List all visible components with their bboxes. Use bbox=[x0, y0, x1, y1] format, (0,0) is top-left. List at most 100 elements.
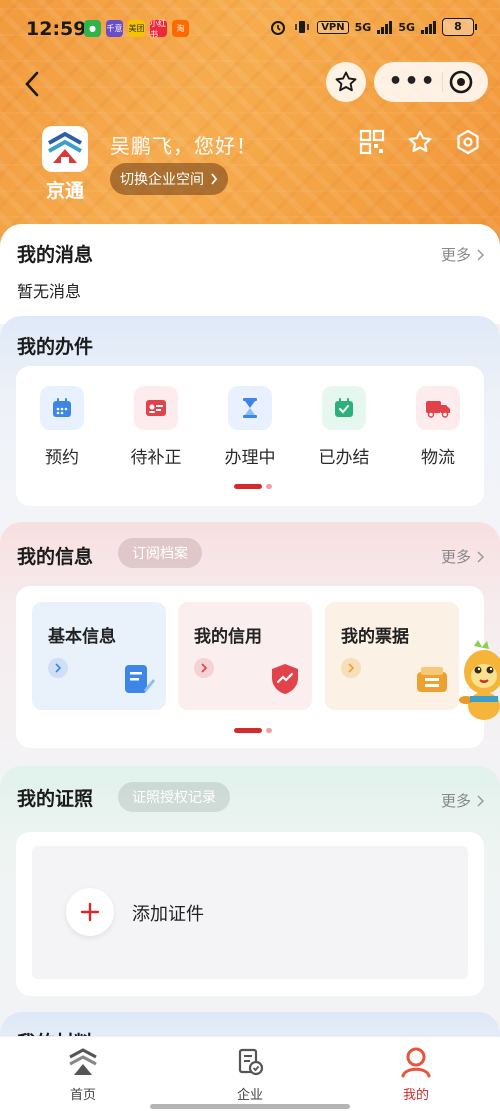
tab-mine[interactable]: 我的 bbox=[366, 1045, 466, 1103]
task-label: 物流 bbox=[421, 448, 455, 468]
messages-empty-text: 暂无消息 bbox=[17, 282, 82, 301]
truck-icon bbox=[416, 386, 460, 430]
task-label: 办理中 bbox=[224, 448, 276, 468]
plus-icon bbox=[66, 888, 114, 936]
more-label: 更多 bbox=[440, 548, 471, 566]
chevron-left-icon bbox=[25, 71, 39, 97]
task-label: 待补正 bbox=[130, 448, 182, 468]
vibrate-icon bbox=[295, 21, 309, 33]
messages-section: 我的消息 更多 暂无消息 bbox=[0, 224, 500, 324]
vpn-badge: VPN bbox=[317, 20, 349, 34]
settings-button[interactable] bbox=[454, 128, 482, 156]
tab-label: 企业 bbox=[236, 1088, 263, 1103]
receipt-card[interactable]: 我的票据 bbox=[325, 602, 459, 710]
tasks-pager bbox=[234, 484, 272, 489]
bottom-tab-bar: 首页 企业 我的 bbox=[0, 1036, 500, 1111]
task-logistics[interactable]: 物流 bbox=[398, 386, 478, 468]
subscribe-archive-chip[interactable]: 订阅档案 bbox=[118, 538, 202, 568]
capsule-divider bbox=[441, 72, 443, 92]
status-time: 12:59 bbox=[26, 18, 87, 40]
tab-enterprise[interactable]: 企业 bbox=[200, 1045, 300, 1103]
task-completed[interactable]: 已办结 bbox=[304, 386, 384, 468]
profile-icon bbox=[399, 1045, 433, 1079]
qr-code-button[interactable] bbox=[358, 128, 386, 156]
signal-bars-icon bbox=[377, 20, 393, 34]
calendar-icon bbox=[40, 386, 84, 430]
taobao-icon: 淘 bbox=[172, 20, 189, 37]
wallet-icon bbox=[417, 667, 447, 692]
tasks-title: 我的办件 bbox=[17, 336, 94, 358]
certificates-more-link[interactable]: 更多 bbox=[441, 790, 484, 811]
task-in-progress[interactable]: 办理中 bbox=[210, 386, 290, 468]
star-icon bbox=[408, 130, 432, 153]
chevron-right-icon bbox=[477, 248, 484, 261]
chevron-right-icon bbox=[194, 658, 214, 678]
hourglass-icon bbox=[228, 386, 272, 430]
status-indicators: VPN 5G 5G 8 bbox=[269, 18, 477, 36]
switch-enterprise-label: 切换企业空间 bbox=[120, 172, 204, 188]
credit-card[interactable]: 我的信用 bbox=[178, 602, 312, 710]
tasks-card: 预约 待补正 办理中 已办结 物流 bbox=[16, 366, 484, 506]
star-icon bbox=[335, 71, 357, 92]
notification-app-icons: ● 千意 美团 小红书 淘 bbox=[84, 18, 189, 39]
task-label: 已办结 bbox=[318, 448, 370, 468]
battery-icon: 8 bbox=[442, 18, 477, 36]
certificates-title: 我的证照 bbox=[17, 788, 94, 810]
card-title: 我的票据 bbox=[341, 627, 409, 647]
calendar-check-icon bbox=[322, 386, 366, 430]
task-pending-correction[interactable]: 待补正 bbox=[116, 386, 196, 468]
header-actions bbox=[358, 128, 482, 156]
home-indicator bbox=[150, 1104, 350, 1109]
qr-code-icon bbox=[359, 129, 385, 155]
info-card: 基本信息 我的信用 我的票据 bbox=[16, 586, 484, 748]
chevron-right-icon bbox=[341, 658, 361, 678]
status-bar: 12:59 ● 千意 美团 小红书 淘 VPN 5G 5G 8 bbox=[0, 0, 500, 60]
info-pager bbox=[234, 728, 272, 733]
user-greeting: 吴鹏飞，您好！ bbox=[110, 134, 257, 158]
more-menu-button[interactable]: ••• bbox=[388, 71, 436, 93]
alarm-icon bbox=[271, 21, 286, 35]
back-button[interactable] bbox=[14, 64, 50, 104]
home-logo-icon bbox=[66, 1045, 100, 1079]
close-miniprogram-button[interactable] bbox=[448, 69, 474, 95]
meituan-icon: 美团 bbox=[128, 20, 145, 37]
id-card-icon bbox=[134, 386, 178, 430]
xiaohongshu-icon: 小红书 bbox=[150, 18, 167, 39]
add-certificate-label: 添加证件 bbox=[132, 904, 204, 925]
info-section: 我的信息 订阅档案 更多 基本信息 我的信用 我的票据 bbox=[0, 522, 500, 777]
card-title: 基本信息 bbox=[48, 627, 116, 647]
basic-info-card[interactable]: 基本信息 bbox=[32, 602, 166, 710]
switch-enterprise-button[interactable]: 切换企业空间 bbox=[110, 163, 228, 195]
tab-label: 首页 bbox=[69, 1088, 96, 1103]
certificate-auth-record-chip[interactable]: 证照授权记录 bbox=[118, 782, 230, 812]
task-appointment[interactable]: 预约 bbox=[22, 386, 102, 468]
chevron-right-icon bbox=[477, 794, 484, 807]
app-name: 京通 bbox=[45, 180, 84, 202]
edit-document-icon bbox=[125, 665, 155, 693]
wechat-icon: ● bbox=[84, 20, 101, 37]
info-more-link[interactable]: 更多 bbox=[441, 546, 484, 567]
signal-bars-icon bbox=[421, 20, 436, 34]
jingtong-logo: 京通 bbox=[40, 126, 90, 202]
chevron-right-icon bbox=[48, 658, 68, 678]
add-certificate-button[interactable]: 添加证件 bbox=[32, 846, 468, 979]
tab-label: 我的 bbox=[402, 1088, 429, 1103]
more-label: 更多 bbox=[440, 246, 471, 264]
shield-chart-icon bbox=[272, 664, 298, 694]
more-label: 更多 bbox=[440, 792, 471, 810]
favorite-button[interactable] bbox=[326, 62, 366, 102]
jingtong-logo-icon bbox=[42, 126, 88, 172]
network-label-1: 5G bbox=[354, 20, 372, 34]
tasks-section: 我的办件 预约 待补正 办理中 已办结 物流 bbox=[0, 316, 500, 531]
messages-more-link[interactable]: 更多 bbox=[441, 244, 484, 265]
chevron-right-icon bbox=[477, 550, 484, 563]
tab-home[interactable]: 首页 bbox=[33, 1045, 133, 1103]
messages-title: 我的消息 bbox=[17, 244, 94, 266]
card-title: 我的信用 bbox=[194, 627, 262, 647]
chevron-right-icon bbox=[211, 173, 218, 185]
enterprise-icon bbox=[233, 1045, 267, 1079]
network-label-2: 5G bbox=[398, 20, 415, 34]
info-title: 我的信息 bbox=[17, 546, 94, 568]
mascot-floating-button[interactable] bbox=[456, 640, 500, 724]
collect-button[interactable] bbox=[406, 128, 434, 156]
